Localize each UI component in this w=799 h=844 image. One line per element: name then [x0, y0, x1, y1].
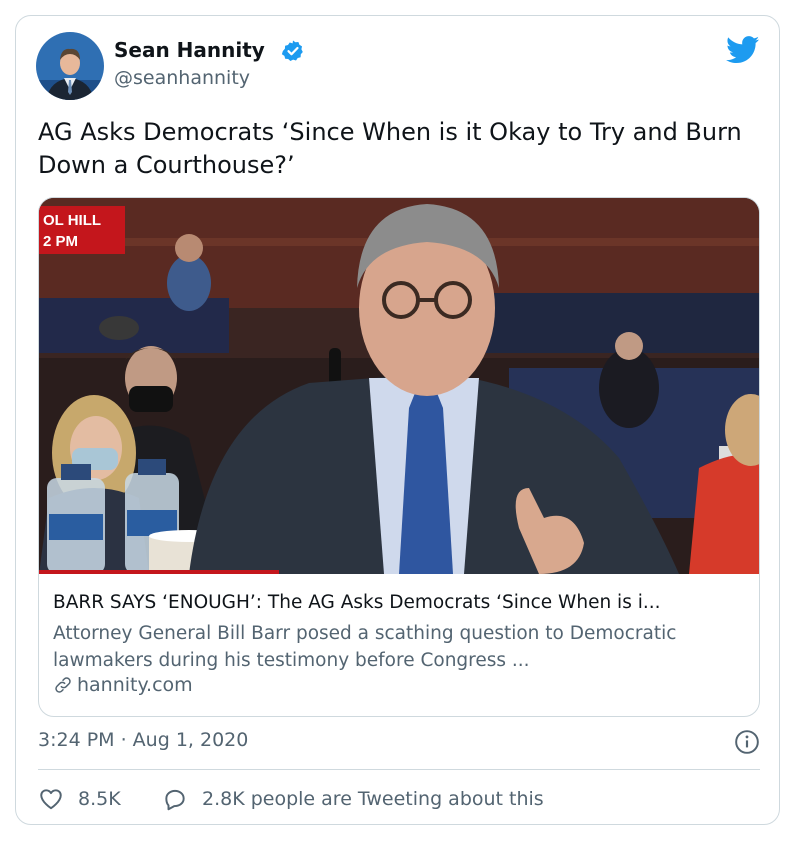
card-domain-text: hannity.com	[77, 674, 193, 696]
avatar[interactable]	[36, 32, 104, 100]
tweet-card: Sean Hannity @seanhannity AG Asks Democr…	[15, 15, 780, 825]
heart-icon	[40, 789, 62, 810]
verified-badge-icon	[281, 40, 303, 61]
overlay-line2: 2 PM	[43, 233, 78, 250]
card-image: OL HILL 2 PM	[39, 198, 759, 574]
tweeting-about-text: 2.8K people are Tweeting about this	[202, 788, 544, 810]
tweet-timestamp[interactable]: 3:24 PM · Aug 1, 2020	[38, 729, 248, 751]
overlay-line1: OL HILL	[43, 212, 101, 229]
info-icon[interactable]	[734, 729, 760, 755]
card-title[interactable]: BARR SAYS ‘ENOUGH’: The AG Asks Democrat…	[53, 592, 753, 613]
card-description: Attorney General Bill Barr posed a scath…	[53, 623, 677, 671]
card-domain[interactable]: hannity.com	[53, 674, 193, 696]
reply-bubble-icon	[165, 789, 185, 811]
author-name[interactable]: Sean Hannity	[114, 38, 265, 62]
link-icon	[55, 677, 71, 693]
like-count: 8.5K	[78, 788, 121, 810]
tweet-text: AG Asks Democrats ‘Since When is it Okay…	[38, 118, 742, 179]
author-handle[interactable]: @seanhannity	[114, 67, 250, 89]
twitter-bird-icon[interactable]	[726, 36, 760, 64]
divider	[38, 769, 760, 770]
reply-button[interactable]: 2.8K people are Tweeting about this	[162, 786, 544, 812]
link-card[interactable]: OL HILL 2 PM BARR SAYS ‘ENOUGH’: The AG …	[38, 197, 760, 717]
like-button[interactable]: 8.5K	[38, 786, 121, 812]
